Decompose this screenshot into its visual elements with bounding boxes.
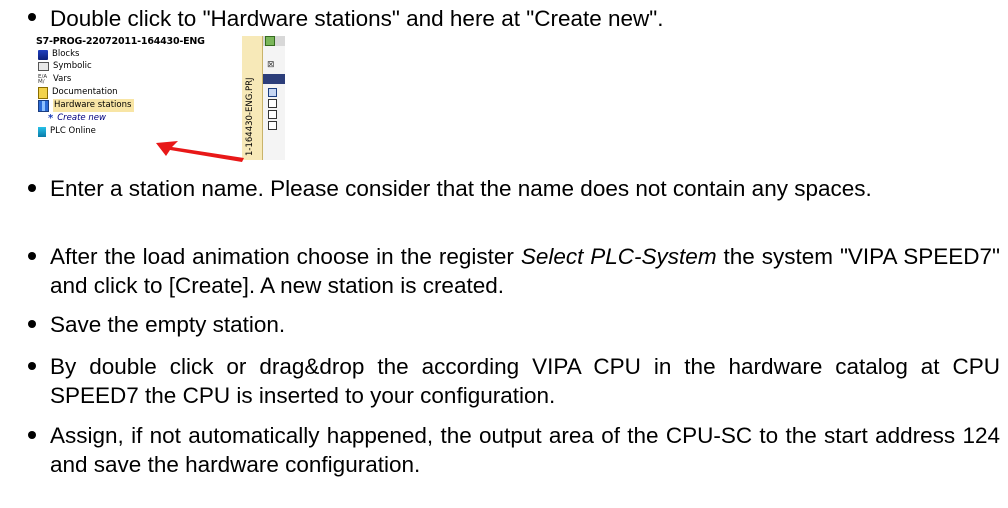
plc-online-icon: [38, 126, 46, 137]
instruction-step-5: By double click or drag&drop the accordi…: [50, 354, 1000, 408]
panel-app-icon: [265, 36, 275, 46]
side-panel: 1-164430-ENG.PRJ ⊠: [242, 36, 286, 160]
instruction-step-3: After the load animation choose in the r…: [50, 242, 1000, 300]
checkbox[interactable]: [268, 99, 277, 108]
instruction-step-2: Enter a station name. Please consider th…: [50, 176, 872, 201]
tree-item-label: Documentation: [52, 87, 118, 97]
tree-item-label: Hardware stations: [53, 99, 135, 112]
close-icon[interactable]: ⊠: [267, 60, 275, 70]
tree-item-label: Create new: [57, 113, 106, 123]
panel-header-band: [263, 74, 285, 84]
side-panel-content: ⊠: [263, 36, 285, 160]
vars-icon: E/A M/: [38, 73, 48, 85]
checkbox[interactable]: [268, 121, 277, 130]
checkbox[interactable]: [268, 110, 277, 119]
bullet: [28, 362, 36, 370]
bullet: [28, 13, 36, 21]
tree-item-hardware-stations[interactable]: Hardware stations: [38, 99, 135, 112]
tree-item-create-new[interactable]: * Create new: [38, 112, 106, 125]
symbolic-icon: [38, 62, 49, 71]
documentation-icon: [38, 86, 48, 99]
side-panel-label: 1-164430-ENG.PRJ: [245, 77, 255, 156]
tree-item-symbolic[interactable]: Symbolic: [38, 60, 92, 73]
instruction-step-1: Double click to "Hardware stations" and …: [50, 6, 664, 31]
bullet: [28, 320, 36, 328]
tree-item-label: Symbolic: [53, 61, 92, 71]
tree-item-vars[interactable]: E/A M/ Vars: [38, 73, 71, 86]
tree-item-label: Vars: [53, 74, 72, 84]
tree-item-label: PLC Online: [50, 126, 96, 136]
tree-item-documentation[interactable]: Documentation: [38, 86, 118, 99]
bullet: [28, 252, 36, 260]
checkbox[interactable]: [268, 88, 277, 97]
tree-item-plc-online[interactable]: PLC Online: [38, 125, 96, 138]
instruction-step-6: Assign, if not automatically happened, t…: [50, 423, 1000, 477]
project-title: S7-PROG-22072011-164430-ENG: [36, 36, 205, 47]
bullet: [28, 431, 36, 439]
step-3-text-start: After the load animation choose in the r…: [50, 244, 521, 269]
red-arrow-icon: [156, 141, 244, 162]
register-name: Select PLC-System: [520, 244, 717, 269]
hardware-stations-icon: [38, 99, 49, 112]
blocks-icon: [38, 49, 48, 60]
embedded-screenshot: S7-PROG-22072011-164430-ENG Blocks Symbo…: [28, 36, 288, 162]
instruction-step-4: Save the empty station.: [50, 312, 286, 337]
bullet: [28, 184, 36, 192]
create-new-star-icon: *: [48, 113, 54, 124]
